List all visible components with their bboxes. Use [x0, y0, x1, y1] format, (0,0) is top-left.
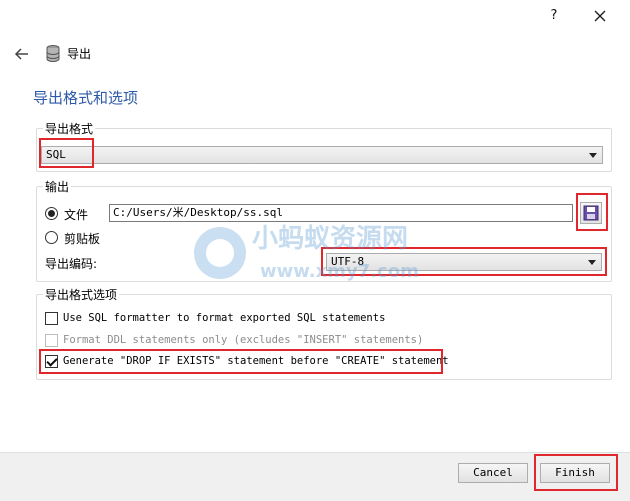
file-label: 文件: [64, 208, 89, 222]
option-label-formatter: Use SQL formatter to format exported SQL…: [63, 312, 386, 324]
section-title: 导出格式和选项: [33, 89, 139, 107]
highlight-box: [39, 138, 94, 168]
highlight-box: [576, 193, 608, 231]
back-button[interactable]: [13, 46, 31, 62]
header-title: 导出: [67, 47, 92, 61]
close-icon: [594, 10, 606, 22]
cancel-button[interactable]: Cancel: [458, 463, 528, 483]
highlight-box: [321, 247, 607, 276]
title-bar: ?: [0, 0, 630, 34]
option-checkbox-formatter[interactable]: [45, 312, 58, 325]
chevron-down-icon: [589, 153, 597, 158]
close-button[interactable]: [590, 6, 610, 26]
output-legend: 输出: [45, 180, 70, 194]
export-options-legend: 导出格式选项: [45, 288, 118, 302]
highlight-box: [39, 349, 443, 374]
footer-bar: Cancel Finish: [0, 452, 630, 501]
option-label-ddl-only: Format DDL statements only (excludes "IN…: [63, 334, 424, 346]
clipboard-label: 剪贴板: [64, 232, 101, 246]
file-path-input[interactable]: C:/Users/米/Desktop/ss.sql: [109, 204, 573, 222]
file-radio[interactable]: [45, 207, 58, 220]
clipboard-radio[interactable]: [45, 231, 58, 244]
export-format-legend: 导出格式: [45, 122, 94, 136]
encoding-label: 导出编码:: [45, 257, 98, 271]
option-checkbox-ddl-only[interactable]: [45, 334, 58, 347]
export-format-select[interactable]: SQL: [41, 146, 603, 164]
wizard-header: 导出: [0, 40, 630, 68]
highlight-box: [534, 454, 618, 491]
help-button[interactable]: ?: [545, 6, 563, 26]
arrow-left-icon: [14, 48, 28, 60]
database-icon: [45, 44, 61, 64]
